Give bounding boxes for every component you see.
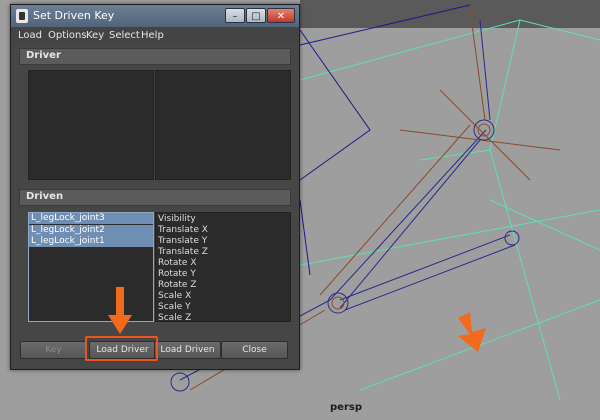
driven-objects-list[interactable]: L_legLock_joint3 L_legLock_joint2 L_legL… — [28, 212, 154, 322]
maximize-icon[interactable]: □ — [246, 8, 266, 23]
list-item[interactable]: L_legLock_joint3 — [29, 213, 153, 224]
set-driven-key-dialog: Set Driven Key – □ ✕ Load Options Key Se… — [10, 4, 300, 370]
driver-attributes-list[interactable] — [155, 70, 291, 180]
list-item[interactable]: L_legLock_joint2 — [29, 224, 153, 236]
list-item[interactable]: Scale X — [156, 291, 290, 302]
title-bar[interactable]: Set Driven Key – □ ✕ — [11, 5, 299, 27]
driven-section-header[interactable]: Driven — [19, 189, 291, 206]
list-item[interactable]: L_legLock_joint1 — [29, 236, 153, 247]
app-icon — [16, 9, 28, 23]
arrow-down-icon — [108, 287, 132, 334]
list-item[interactable]: Translate X — [156, 225, 290, 236]
list-item[interactable]: Rotate Z — [156, 280, 290, 291]
list-item[interactable]: Rotate Y — [156, 269, 290, 280]
list-item[interactable]: Translate Y — [156, 236, 290, 247]
window-title: Set Driven Key — [33, 9, 115, 22]
close-icon[interactable]: ✕ — [267, 8, 295, 23]
menu-bar: Load Options Key Select Help — [11, 27, 299, 45]
viewport-label: persp — [330, 402, 362, 413]
driven-attributes-list[interactable]: Visibility Translate X Translate Y Trans… — [155, 212, 291, 324]
list-item[interactable]: Rotate X — [156, 258, 290, 269]
menu-select[interactable]: Select — [109, 30, 140, 41]
list-item[interactable]: Translate Z — [156, 247, 290, 258]
driver-section-label: Driver — [26, 50, 61, 61]
load-driven-button[interactable]: Load Driven — [154, 341, 221, 359]
minimize-icon[interactable]: – — [225, 8, 245, 23]
key-button[interactable]: Key — [20, 341, 87, 359]
close-button[interactable]: Close — [221, 341, 288, 359]
driver-objects-list[interactable] — [28, 70, 154, 180]
menu-load[interactable]: Load — [18, 30, 42, 41]
driven-section-label: Driven — [26, 191, 64, 202]
list-item[interactable]: Scale Z — [156, 313, 290, 324]
annotation-highlight — [85, 336, 158, 361]
driver-section-header[interactable]: Driver — [19, 48, 291, 65]
menu-help[interactable]: Help — [141, 30, 164, 41]
list-item[interactable]: Scale Y — [156, 302, 290, 313]
menu-key[interactable]: Key — [86, 30, 104, 41]
menu-options[interactable]: Options — [48, 30, 87, 41]
list-item[interactable]: Visibility — [156, 214, 290, 225]
